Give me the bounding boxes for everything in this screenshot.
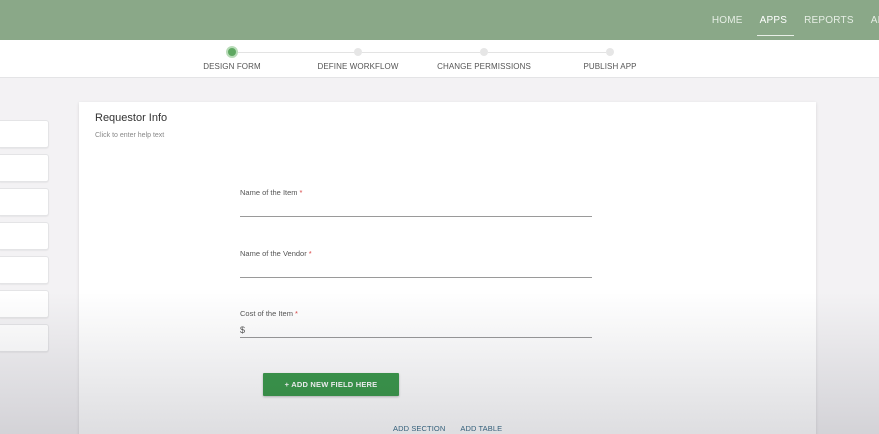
step-dot-design-form[interactable] (226, 46, 238, 58)
nav-admin[interactable]: AD (871, 11, 879, 30)
field-label: Name of the Item * (240, 188, 592, 197)
add-table-button[interactable]: ADD TABLE (460, 424, 502, 433)
step-dot-publish-app[interactable] (606, 48, 614, 56)
step-connector (362, 52, 480, 53)
step-label-publish-app[interactable]: PUBLISH APP (583, 62, 636, 71)
nav-home[interactable]: HOME (712, 11, 743, 30)
field-label-text: Cost of the Item (240, 309, 293, 318)
field-item-name: Name of the Item * (240, 188, 592, 217)
add-section-button[interactable]: ADD SECTION (393, 424, 445, 433)
step-dot-define-workflow[interactable] (354, 48, 362, 56)
field-label-text: Name of the Vendor (240, 249, 307, 258)
required-marker: * (294, 309, 298, 318)
vendor-name-input[interactable] (240, 258, 592, 278)
step-label-design-form[interactable]: DESIGN FORM (203, 62, 261, 71)
field-label: Cost of the Item * (240, 309, 592, 318)
item-name-input[interactable] (240, 197, 592, 217)
workflow-stepper: DESIGN FORM DEFINE WORKFLOW CHANGE PERMI… (0, 40, 879, 78)
item-cost-input[interactable]: $ (240, 318, 592, 338)
palette-item[interactable] (0, 154, 49, 182)
palette-item[interactable] (0, 290, 49, 318)
step-dot-change-permissions[interactable] (480, 48, 488, 56)
step-label-define-workflow[interactable]: DEFINE WORKFLOW (317, 62, 398, 71)
field-label-text: Name of the Item (240, 188, 298, 197)
top-navigation: HOME APPS REPORTS AD (712, 0, 879, 40)
field-label: Name of the Vendor * (240, 249, 592, 258)
palette-item[interactable] (0, 256, 49, 284)
section-title[interactable]: Requestor Info (95, 112, 167, 124)
field-palette (0, 120, 49, 358)
field-item-cost: Cost of the Item * $ (240, 309, 592, 338)
form-actions: ADD SECTION ADD TABLE (393, 424, 502, 433)
palette-item[interactable] (0, 120, 49, 148)
nav-reports[interactable]: REPORTS (804, 11, 854, 30)
add-new-field-button[interactable]: + ADD NEW FIELD HERE (263, 373, 399, 396)
palette-item[interactable] (0, 188, 49, 216)
field-vendor-name: Name of the Vendor * (240, 249, 592, 278)
step-label-change-permissions[interactable]: CHANGE PERMISSIONS (437, 62, 531, 71)
palette-item[interactable] (0, 324, 49, 352)
step-connector (238, 52, 358, 53)
required-marker: * (308, 249, 312, 258)
section-help-text[interactable]: Click to enter help text (95, 132, 164, 139)
top-app-bar: HOME APPS REPORTS AD (0, 0, 879, 40)
palette-item[interactable] (0, 222, 49, 250)
form-section-card: Requestor Info Click to enter help text … (79, 102, 816, 434)
nav-apps[interactable]: APPS (756, 11, 795, 36)
step-connector (488, 52, 606, 53)
required-marker: * (299, 188, 303, 197)
